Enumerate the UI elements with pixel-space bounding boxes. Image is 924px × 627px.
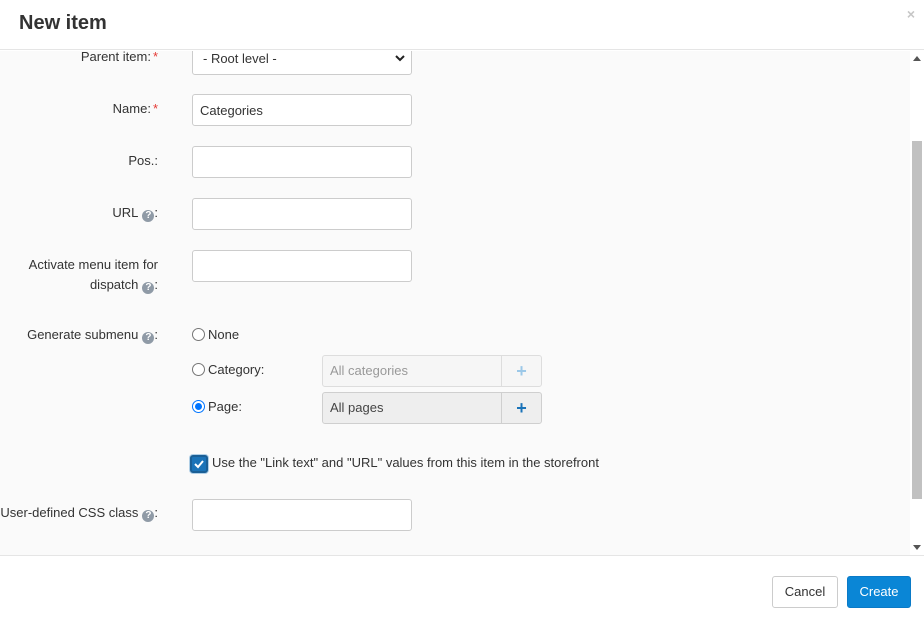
radio-button[interactable]: [192, 328, 205, 341]
help-icon[interactable]: ?: [142, 282, 155, 294]
required-mark: *: [152, 101, 158, 116]
radio-none-label: None: [208, 327, 240, 342]
page-picker-text: All pages: [330, 400, 384, 415]
url-label: URL?:: [112, 203, 158, 223]
dispatch-label-line2-row: dispatch?:: [29, 275, 158, 295]
checkmark-icon: [194, 460, 204, 469]
dispatch-label: Activate menu item for dispatch?:: [29, 255, 158, 295]
cancel-button[interactable]: Cancel: [772, 576, 838, 608]
parent-item-select[interactable]: - Root level -: [192, 51, 412, 75]
name-label-text: Name:: [112, 101, 151, 116]
parent-item-label: Parent item: *: [81, 51, 158, 67]
css-class-label-suffix: :: [154, 505, 158, 520]
name-input[interactable]: [192, 94, 412, 126]
dialog-body: Parent item:* - Root level - Name:* Pos.…: [0, 51, 910, 555]
generate-submenu-label-suffix: :: [154, 327, 158, 342]
use-values-checkbox[interactable]: [190, 455, 208, 473]
close-icon[interactable]: ×: [907, 6, 915, 22]
url-input[interactable]: [192, 198, 412, 230]
add-page-button[interactable]: +: [501, 393, 541, 423]
css-class-input[interactable]: [192, 499, 412, 531]
page-picker: All pages +: [322, 392, 542, 424]
use-values-label[interactable]: Use the "Link text" and "URL" values fro…: [212, 453, 599, 473]
scroll-up-arrow-icon[interactable]: [913, 56, 921, 61]
required-mark: *: [152, 51, 158, 64]
parent-item-value: - Root level -: [203, 51, 277, 66]
create-button[interactable]: Create: [847, 576, 911, 608]
parent-item-label-text: Parent item:: [80, 51, 151, 64]
dispatch-label-suffix: :: [154, 277, 158, 292]
scroll-down-arrow-icon[interactable]: [913, 545, 921, 550]
generate-submenu-label-text: Generate submenu: [27, 327, 139, 342]
radio-button[interactable]: [192, 363, 205, 376]
css-class-label-text: User-defined CSS class: [0, 505, 139, 520]
radio-category[interactable]: Category:: [192, 362, 264, 382]
dispatch-label-line1: Activate menu item for: [28, 257, 158, 272]
url-label-suffix: :: [154, 205, 158, 220]
scrollbar[interactable]: [910, 51, 924, 555]
dialog-header: New item ×: [0, 0, 924, 50]
dialog-footer: Cancel Create: [0, 555, 924, 627]
category-picker-text: All categories: [330, 363, 409, 378]
radio-none[interactable]: None: [192, 327, 239, 347]
help-icon[interactable]: ?: [142, 332, 155, 344]
dialog-title: New item: [19, 12, 107, 34]
radio-page[interactable]: Page:: [192, 399, 242, 419]
radio-button-checked[interactable]: [192, 400, 205, 413]
help-icon[interactable]: ?: [142, 210, 155, 222]
help-icon[interactable]: ?: [142, 510, 155, 522]
chevron-down-icon: [395, 55, 405, 62]
pos-input[interactable]: [192, 146, 412, 178]
pos-label: Pos.:: [128, 153, 158, 168]
add-category-button[interactable]: +: [501, 356, 541, 386]
radio-category-label: Category:: [208, 362, 265, 377]
url-label-text: URL: [112, 205, 139, 220]
dispatch-label-line2: dispatch: [89, 277, 139, 292]
css-class-label: User-defined CSS class?:: [0, 503, 158, 523]
dispatch-input[interactable]: [192, 250, 412, 282]
category-picker: All categories +: [322, 355, 542, 387]
name-label: Name: *: [113, 99, 158, 119]
generate-submenu-label: Generate submenu?:: [27, 325, 158, 345]
scrollbar-thumb[interactable]: [912, 141, 922, 499]
radio-page-label: Page:: [208, 399, 242, 414]
